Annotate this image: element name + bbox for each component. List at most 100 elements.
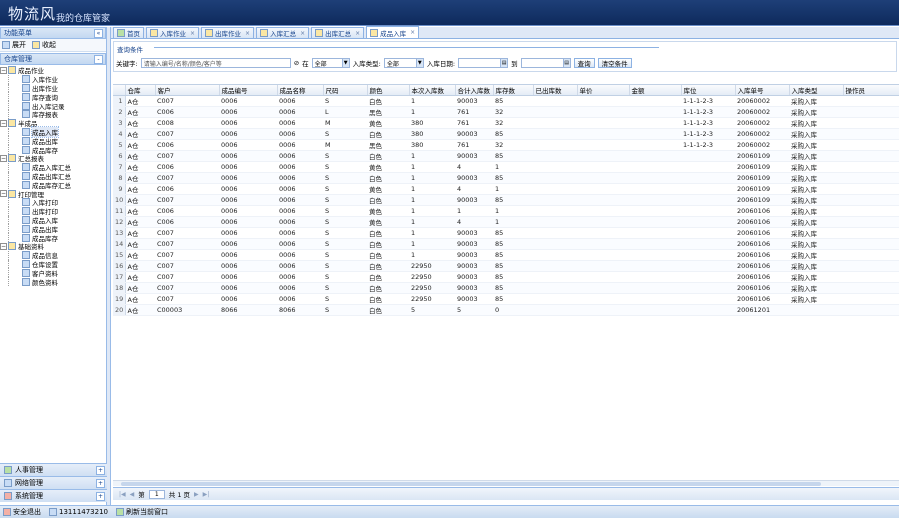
tree-toggle-icon[interactable]: − [0,154,7,162]
column-header[interactable]: 尺码 [323,85,368,96]
calendar-icon[interactable]: ▤ [500,59,508,67]
field-select[interactable]: 全部 ▼ [311,58,350,68]
keyword-input[interactable]: 请输入编号/名称/颜色/客户等 [140,58,291,68]
table-row[interactable]: 19 A仓 C007 0006 0006 S 白色 22950 90003 85 20060106 采… [113,293,899,305]
tab-4[interactable]: 出库汇总 × [311,27,365,38]
tree-node[interactable]: 库存报表 [0,109,106,119]
column-header[interactable]: 入库类型 [789,85,844,96]
refresh-window-button[interactable]: 刷新当前窗口 [116,507,168,517]
tree-node[interactable]: 成品库存 [0,233,106,243]
date-from-input[interactable]: ▤ [458,58,509,68]
table-cell [577,293,629,305]
column-header[interactable]: 成品编号 [219,85,278,96]
table-row[interactable]: 1 A仓 C007 0006 0006 S 白色 1 90003 85 1-1-1-2-3 20060… [113,95,899,107]
column-header[interactable]: 客户 [155,85,220,96]
page-icon [150,29,158,37]
column-header[interactable]: 仓库 [125,85,156,96]
table-row[interactable]: 10 A仓 C007 0006 0006 S 白色 1 90003 85 20060109 采购入库 [113,194,899,206]
logout-button[interactable]: 安全退出 [3,507,41,517]
table-cell: 白色 [367,282,409,294]
expand-icon[interactable]: + [96,466,105,475]
table-cell: 90003 [455,172,493,184]
table-row[interactable]: 2 A仓 C006 0006 0006 L 黑色 1 761 32 1-1-1-2-3 2006000… [113,106,899,118]
table-row[interactable]: 4 A仓 C007 0006 0006 S 白色 380 90003 85 1-1-1-2-3 200… [113,128,899,140]
tab-1[interactable]: 入库作业 × [146,27,200,38]
table-row[interactable]: 17 A仓 C007 0006 0006 S 白色 22950 90003 85 20060106 采… [113,271,899,283]
table-row[interactable]: 15 A仓 C007 0006 0006 S 白色 1 90003 85 20060106 采购入库 [113,249,899,261]
column-header[interactable]: 库存数 [493,85,534,96]
column-header[interactable]: 合计入库数 [455,85,494,96]
date-to-input[interactable]: ▤ [520,58,571,68]
help-icon[interactable]: ⊘ [294,59,299,67]
collapse-panel-icon[interactable]: « [94,29,103,38]
table-row[interactable]: 3 A仓 C008 0006 0006 M 黄色 380 761 32 1-1-1-2-3 20060… [113,117,899,129]
column-header[interactable]: 已出库数 [533,85,578,96]
close-icon[interactable]: × [245,30,250,37]
tab-label: 入库作业 [160,30,186,38]
first-page-icon[interactable]: |◀ [119,491,126,498]
table-cell [533,139,577,151]
table-row[interactable]: 16 A仓 C007 0006 0006 S 白色 22950 90003 85 20060106 采… [113,260,899,272]
close-icon[interactable]: × [355,30,360,37]
search-button[interactable]: 查询 [573,58,595,68]
expand-all-button[interactable]: 展开 [2,40,26,50]
accordion-network[interactable]: 网络管理 + [0,476,107,489]
table-row[interactable]: 7 A仓 C006 0006 0006 S 黄色 1 4 1 20060109 采购入库 [113,161,899,173]
tree-toggle-icon[interactable]: − [0,190,7,198]
page-input[interactable]: 1 [148,489,165,499]
column-header[interactable]: 操作员 [843,85,899,96]
folder-icon [8,119,16,128]
accordion-system[interactable]: 系统管理 + [0,489,107,502]
table-row[interactable]: 11 A仓 C006 0006 0006 S 黄色 1 1 1 20060106 采购入库 [113,205,899,217]
table-row[interactable]: 20 A仓 C00003 8066 8066 S 白色 5 5 0 20061201 [113,304,899,316]
type-select[interactable]: 全部 ▼ [383,58,424,68]
table-row[interactable]: 13 A仓 C007 0006 0006 S 白色 1 90003 85 20060106 采购入库 [113,227,899,239]
column-header[interactable]: 入库单号 [735,85,790,96]
last-page-icon[interactable]: ▶| [203,491,210,498]
reset-button[interactable]: 清空条件 [597,58,632,68]
prev-page-icon[interactable]: ◀ [130,491,135,498]
column-header[interactable]: 库位 [681,85,736,96]
table-row[interactable]: 5 A仓 C006 0006 0006 M 黑色 380 761 32 1-1-1-2-3 20060… [113,139,899,151]
tree-node[interactable]: 颜色资料 [0,277,106,287]
column-header[interactable]: 本次入库数 [409,85,456,96]
close-icon[interactable]: × [410,29,415,36]
table-cell: 采购入库 [789,183,843,195]
tree-node[interactable]: 成品库存 [0,145,106,155]
section-header-warehouse[interactable]: 仓库管理 - [0,53,106,65]
table-row[interactable]: 9 A仓 C006 0006 0006 S 黄色 1 4 1 20060109 采购入库 [113,183,899,195]
scrollbar-thumb[interactable] [121,482,821,486]
tab-0[interactable]: 首页 [113,27,144,38]
tree-toggle-icon[interactable]: − [0,242,7,250]
close-icon[interactable]: × [300,30,305,37]
accordion-hr[interactable]: 人事管理 + [0,463,107,476]
collapse-all-button[interactable]: 收起 [32,40,56,50]
table-row[interactable]: 18 A仓 C007 0006 0006 S 白色 22950 90003 85 20060106 采… [113,282,899,294]
column-header[interactable]: 单价 [577,85,630,96]
tab-5[interactable]: 成品入库 × [366,26,420,38]
column-header[interactable]: 金额 [629,85,682,96]
column-header[interactable]: 成品名称 [277,85,324,96]
tree-node[interactable]: 成品库存汇总 [0,180,106,190]
table-cell: 采购入库 [789,205,843,217]
close-icon[interactable]: × [190,30,195,37]
table-cell: 20060106 [735,282,789,294]
expand-icon[interactable]: + [96,479,105,488]
next-page-icon[interactable]: ▶ [194,491,199,498]
tab-3[interactable]: 入库汇总 × [256,27,310,38]
tree-toggle-icon[interactable]: − [0,66,7,74]
expand-icon[interactable]: + [96,492,105,501]
table-row[interactable]: 8 A仓 C007 0006 0006 S 白色 1 90003 85 20060109 采购入库 [113,172,899,184]
row-number: 14 [113,238,126,250]
tab-2[interactable]: 出库作业 × [201,27,255,38]
calendar-icon[interactable]: ▤ [562,59,570,67]
section-collapse-icon[interactable]: - [94,55,103,64]
table-row[interactable]: 6 A仓 C007 0006 0006 S 白色 1 90003 85 20060109 采购入库 [113,150,899,162]
table-cell: 0006 [277,238,323,250]
horizontal-scrollbar[interactable] [113,480,899,486]
table-row[interactable]: 12 A仓 C006 0006 0006 S 黄色 1 4 1 20060106 采购入库 [113,216,899,228]
table-row[interactable]: 14 A仓 C007 0006 0006 S 白色 1 90003 85 20060106 采购入库 [113,238,899,250]
tree-toggle-icon[interactable]: − [0,119,7,127]
column-header[interactable]: 颜色 [367,85,410,96]
panel-splitter[interactable] [107,27,111,505]
